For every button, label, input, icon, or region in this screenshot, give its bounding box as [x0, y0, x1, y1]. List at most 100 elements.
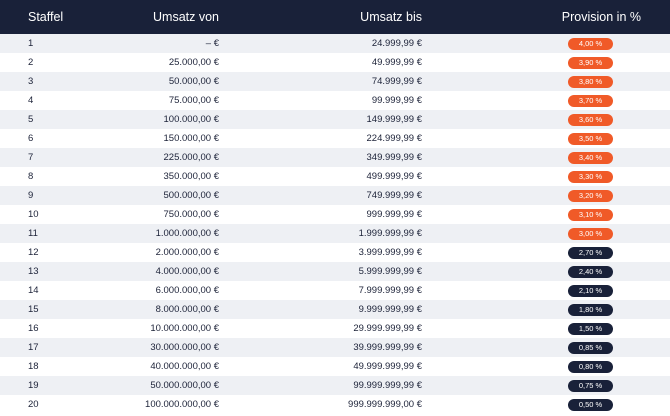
cell-umsatz-von: 30.000.000,00 €: [150, 342, 219, 353]
commission-table: Staffel Umsatz von Umsatz bis Provision …: [0, 0, 670, 414]
cell-provision: 0,85 %: [568, 341, 613, 354]
cell-provision: 3,60 %: [568, 113, 613, 126]
cell-umsatz-von: 50.000.000,00 €: [150, 380, 219, 391]
cell-provision: 1,80 %: [568, 303, 613, 316]
cell-umsatz-bis: 39.999.999,99 €: [353, 342, 422, 353]
cell-umsatz-von: 150.000,00 €: [163, 133, 219, 144]
cell-staffel: 2: [28, 57, 34, 68]
table-row: 13 4.000.000,00 € 5.999.999,99 € 2,40 %: [0, 262, 670, 281]
cell-provision: 3,40 %: [568, 151, 613, 164]
cell-umsatz-bis: 3.999.999,99 €: [358, 247, 422, 258]
cell-staffel: 1: [28, 38, 34, 49]
header-provision: Provision in %: [561, 10, 641, 24]
cell-staffel: 15: [28, 304, 39, 315]
provision-badge: 3,20 %: [568, 189, 613, 202]
cell-umsatz-bis: 5.999.999,99 €: [358, 266, 422, 277]
cell-provision: 3,50 %: [568, 132, 613, 145]
provision-badge: 0,50 %: [568, 398, 613, 411]
provision-badge: 3,60 %: [568, 113, 613, 126]
cell-umsatz-von: 350.000,00 €: [163, 171, 219, 182]
table-row: 14 6.000.000,00 € 7.999.999,99 € 2,10 %: [0, 281, 670, 300]
provision-badge: 3,30 %: [568, 170, 613, 183]
cell-umsatz-bis: 999.999,99 €: [366, 209, 422, 220]
cell-umsatz-bis: 49.999,99 €: [371, 57, 422, 68]
cell-provision: 3,10 %: [568, 208, 613, 221]
cell-staffel: 11: [28, 228, 38, 239]
provision-badge: 2,70 %: [568, 246, 613, 259]
cell-umsatz-bis: 29.999.999,99 €: [353, 323, 422, 334]
cell-umsatz-bis: 149.999,99 €: [366, 114, 422, 125]
cell-staffel: 5: [28, 114, 34, 125]
cell-umsatz-bis: 499.999,99 €: [366, 171, 422, 182]
cell-umsatz-von: 4.000.000,00 €: [155, 266, 219, 277]
cell-umsatz-von: 50.000,00 €: [168, 76, 219, 87]
cell-staffel: 17: [28, 342, 39, 353]
cell-provision: 0,50 %: [568, 398, 613, 411]
cell-umsatz-von: 500.000,00 €: [163, 190, 219, 201]
table-header: Staffel Umsatz von Umsatz bis Provision …: [0, 0, 670, 34]
cell-umsatz-von: 75.000,00 €: [168, 95, 219, 106]
cell-provision: 0,75 %: [568, 379, 613, 392]
cell-umsatz-bis: 999.999.999,00 €: [348, 399, 422, 410]
cell-provision: 3,30 %: [568, 170, 613, 183]
cell-staffel: 12: [28, 247, 39, 258]
cell-umsatz-bis: 99.999.999,99 €: [353, 380, 422, 391]
header-umsatz-bis: Umsatz bis: [360, 10, 422, 24]
cell-umsatz-von: 40.000.000,00 €: [150, 361, 219, 372]
table-row: 5 100.000,00 € 149.999,99 € 3,60 %: [0, 110, 670, 129]
cell-provision: 3,80 %: [568, 75, 613, 88]
cell-umsatz-von: – €: [205, 38, 219, 49]
cell-staffel: 16: [28, 323, 39, 334]
cell-umsatz-von: 100.000.000,00 €: [145, 399, 219, 410]
cell-umsatz-von: 225.000,00 €: [163, 152, 219, 163]
cell-staffel: 20: [28, 399, 39, 410]
cell-umsatz-von: 1.000.000,00 €: [155, 228, 219, 239]
table-row: 4 75.000,00 € 99.999,99 € 3,70 %: [0, 91, 670, 110]
cell-umsatz-bis: 74.999,99 €: [371, 76, 422, 87]
cell-staffel: 4: [28, 95, 34, 106]
cell-provision: 2,70 %: [568, 246, 613, 259]
table-row: 16 10.000.000,00 € 29.999.999,99 € 1,50 %: [0, 319, 670, 338]
provision-badge: 3,90 %: [568, 56, 613, 69]
table-row: 20 100.000.000,00 € 999.999.999,00 € 0,50 %: [0, 395, 670, 414]
provision-badge: 0,75 %: [568, 379, 613, 392]
provision-badge: 4,00 %: [568, 37, 613, 50]
provision-badge: 1,80 %: [568, 303, 613, 316]
cell-umsatz-bis: 7.999.999,99 €: [358, 285, 422, 296]
cell-umsatz-bis: 1.999.999,99 €: [358, 228, 422, 239]
table-row: 18 40.000.000,00 € 49.999.999,99 € 0,80 %: [0, 357, 670, 376]
cell-provision: 3,00 %: [568, 227, 613, 240]
cell-provision: 3,20 %: [568, 189, 613, 202]
cell-staffel: 10: [28, 209, 39, 220]
cell-staffel: 9: [28, 190, 34, 201]
cell-staffel: 3: [28, 76, 34, 87]
cell-provision: 2,10 %: [568, 284, 613, 297]
provision-badge: 2,10 %: [568, 284, 613, 297]
cell-umsatz-bis: 349.999,99 €: [366, 152, 422, 163]
cell-provision: 3,90 %: [568, 56, 613, 69]
cell-umsatz-von: 2.000.000,00 €: [155, 247, 219, 258]
cell-umsatz-von: 25.000,00 €: [168, 57, 219, 68]
header-staffel: Staffel: [28, 10, 64, 24]
cell-provision: 1,50 %: [568, 322, 613, 335]
cell-staffel: 8: [28, 171, 34, 182]
table-row: 19 50.000.000,00 € 99.999.999,99 € 0,75 %: [0, 376, 670, 395]
cell-umsatz-bis: 99.999,99 €: [371, 95, 422, 106]
provision-badge: 3,80 %: [568, 75, 613, 88]
provision-badge: 3,70 %: [568, 94, 613, 107]
cell-umsatz-bis: 49.999.999,99 €: [353, 361, 422, 372]
table-row: 11 1.000.000,00 € 1.999.999,99 € 3,00 %: [0, 224, 670, 243]
table-row: 9 500.000,00 € 749.999,99 € 3,20 %: [0, 186, 670, 205]
cell-umsatz-bis: 24.999,99 €: [371, 38, 422, 49]
provision-badge: 3,10 %: [568, 208, 613, 221]
cell-umsatz-von: 10.000.000,00 €: [150, 323, 219, 334]
cell-staffel: 18: [28, 361, 39, 372]
cell-provision: 4,00 %: [568, 37, 613, 50]
cell-staffel: 13: [28, 266, 39, 277]
provision-badge: 0,85 %: [568, 341, 613, 354]
cell-staffel: 14: [28, 285, 39, 296]
cell-umsatz-von: 6.000.000,00 €: [155, 285, 219, 296]
cell-umsatz-bis: 749.999,99 €: [366, 190, 422, 201]
cell-umsatz-von: 100.000,00 €: [163, 114, 219, 125]
provision-badge: 1,50 %: [568, 322, 613, 335]
